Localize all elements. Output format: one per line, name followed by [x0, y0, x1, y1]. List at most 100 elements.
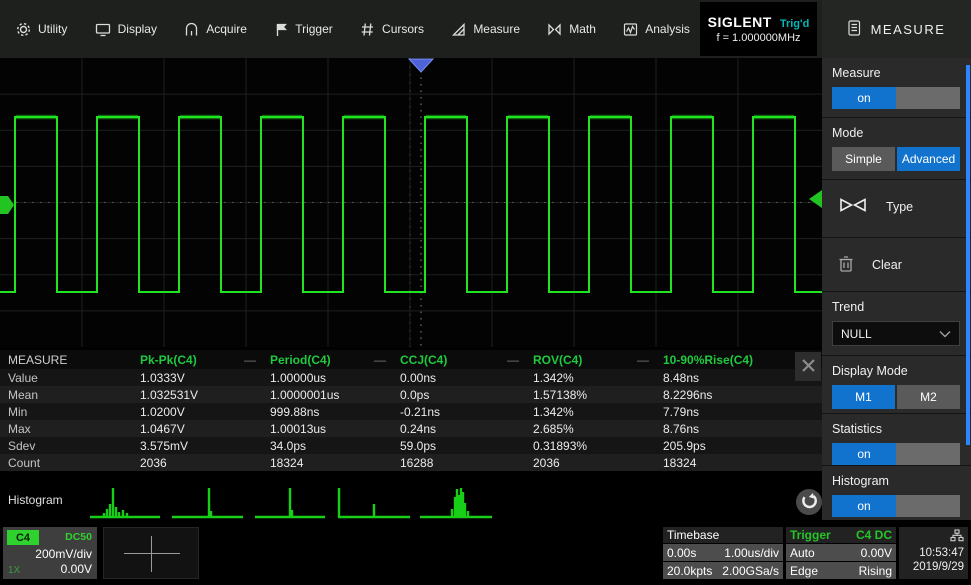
measurement-column-header[interactable]: Period(C4)— [270, 353, 400, 367]
table-row-value: Value1.0333V1.00000us0.00ns1.342%8.48ns [0, 369, 822, 386]
status-bar: C4 DC50 200mV/div 1X 0.00V Timebase 0.00… [0, 520, 971, 585]
trend-dropdown[interactable]: NULL [832, 321, 960, 346]
stat-value: 2.685% [533, 422, 663, 436]
channel-badge: C4 [7, 530, 39, 545]
stat-value: 0.0ps [400, 388, 533, 402]
channel-position-marker[interactable] [0, 196, 14, 214]
trigger-label: Trigger [790, 528, 831, 542]
toggle-on-label: on [832, 443, 896, 465]
clock-time: 10:53:47 [919, 547, 964, 559]
analysis-icon [623, 22, 638, 37]
stat-value: 2036 [140, 456, 270, 470]
histogram-toggle[interactable]: on [832, 495, 960, 517]
menu-item-utility[interactable]: Utility [16, 22, 67, 37]
section-display-mode: Display Mode M1 M2 [822, 356, 971, 414]
refresh-icon [800, 492, 818, 513]
menu-item-label: Math [569, 22, 596, 36]
row-label: Mean [8, 388, 140, 402]
table-row-count: Count20361832416288203618324 [0, 454, 822, 471]
menu-bar: Utility Display Acquire Trigger Cursors Measu… [0, 0, 822, 58]
bowtie-icon [838, 196, 868, 217]
stat-value: 1.57138% [533, 388, 663, 402]
histogram-strip: Histogram [0, 471, 822, 520]
trigger-slope: Rising [859, 564, 892, 578]
measurement-name: Pk-Pk(C4) [140, 353, 197, 367]
display-mode-label: Display Mode [832, 364, 961, 378]
stat-value: 18324 [270, 456, 400, 470]
measure-label: Measure [832, 66, 961, 80]
row-label: Sdev [8, 439, 140, 453]
sidebar-scrollbar[interactable] [966, 65, 970, 445]
trigger-level: 0.00V [861, 546, 892, 560]
stat-value: 0.24ns [400, 422, 533, 436]
measurement-column-header[interactable]: CCJ(C4)— [400, 353, 533, 367]
stat-value: 205.9ps [663, 439, 822, 453]
channel-coupling: DC50 [65, 531, 92, 543]
crosshair-icon [124, 553, 180, 554]
menu-item-measure[interactable]: Measure [451, 22, 520, 37]
measurement-column-header[interactable]: ROV(C4)— [533, 353, 663, 367]
trend-value: NULL [841, 327, 872, 341]
siglent-logo: SIGLENT [708, 14, 772, 30]
stat-value: 16288 [400, 456, 533, 470]
trigger-mode: Auto [790, 546, 815, 560]
statistics-toggle[interactable]: on [832, 443, 960, 465]
crosshair-icon [151, 536, 152, 572]
section-clear: Clear [822, 238, 971, 292]
trigger-level-marker[interactable] [809, 190, 822, 208]
trigger-position-marker[interactable] [409, 59, 433, 72]
measure-toggle[interactable]: on [832, 87, 960, 109]
stat-value: 2036 [533, 456, 663, 470]
section-trend: Trend NULL [822, 292, 971, 356]
section-measure: Measure on [822, 58, 971, 118]
trigger-source: C4 DC [856, 528, 892, 542]
trend-label: Trend [832, 300, 961, 314]
measurement-name: CCJ(C4) [400, 353, 447, 367]
display-mode-m1-button[interactable]: M1 [832, 385, 895, 409]
mode-advanced-button[interactable]: Advanced [897, 147, 960, 171]
menu-item-trigger[interactable]: Trigger [274, 22, 333, 37]
measurement-column-header[interactable]: Pk-Pk(C4)— [140, 353, 270, 367]
histogram-graph [0, 471, 822, 520]
menu-item-label: Acquire [206, 22, 247, 36]
stat-value: 1.0000001us [270, 388, 400, 402]
menu-item-label: Cursors [382, 22, 424, 36]
trigger-box[interactable]: Trigger C4 DC Auto 0.00V Edge Rising [786, 527, 896, 579]
table-row-min: Min1.0200V999.88ns-0.21ns1.342%7.79ns [0, 403, 822, 420]
document-icon [848, 20, 861, 39]
acquire-icon [184, 22, 199, 37]
measure-sidebar: Measure on Mode Simple Advanced Type [822, 58, 971, 520]
menu-item-analysis[interactable]: Analysis [623, 22, 690, 37]
stat-value: 1.00000us [270, 371, 400, 385]
measurement-name: Period(C4) [270, 353, 331, 367]
table-row-sdev: Sdev3.575mV34.0ps59.0ps0.31893%205.9ps [0, 437, 822, 454]
menu-item-display[interactable]: Display [95, 22, 157, 37]
mode-simple-button[interactable]: Simple [832, 147, 895, 171]
menu-item-acquire[interactable]: Acquire [184, 22, 247, 37]
channel-c4-box[interactable]: C4 DC50 200mV/div 1X 0.00V [3, 527, 97, 579]
table-row-max: Max1.0467V1.00013us0.24ns2.685%8.76ns [0, 420, 822, 437]
reset-statistics-button[interactable] [796, 489, 822, 515]
offset-indicator-box [103, 527, 199, 579]
menu-item-label: Analysis [645, 22, 690, 36]
close-table-button[interactable] [795, 352, 821, 381]
stat-value: 1.342% [533, 405, 663, 419]
stat-value: 1.032531V [140, 388, 270, 402]
stat-value: 34.0ps [270, 439, 400, 453]
clear-label: Clear [872, 258, 902, 272]
channel-scale: 200mV/div [35, 547, 92, 561]
type-button[interactable]: Type [832, 188, 961, 217]
timebase-delay: 0.00s [667, 546, 696, 560]
clear-button[interactable]: Clear [832, 246, 961, 276]
menu-item-cursors[interactable]: Cursors [360, 22, 424, 37]
stat-value: 0.00ns [400, 371, 533, 385]
timebase-box[interactable]: Timebase 0.00s 1.00us/div 20.0kpts 2.00G… [663, 527, 783, 579]
menu-item-math[interactable]: Math [547, 22, 596, 36]
chevron-down-icon [939, 327, 951, 341]
row-label: Max [8, 422, 140, 436]
display-mode-m2-button[interactable]: M2 [897, 385, 960, 409]
stat-value: 8.76ns [663, 422, 822, 436]
menu-item-label: Utility [38, 22, 67, 36]
stat-value: 1.0333V [140, 371, 270, 385]
waveform-display[interactable] [0, 58, 822, 347]
